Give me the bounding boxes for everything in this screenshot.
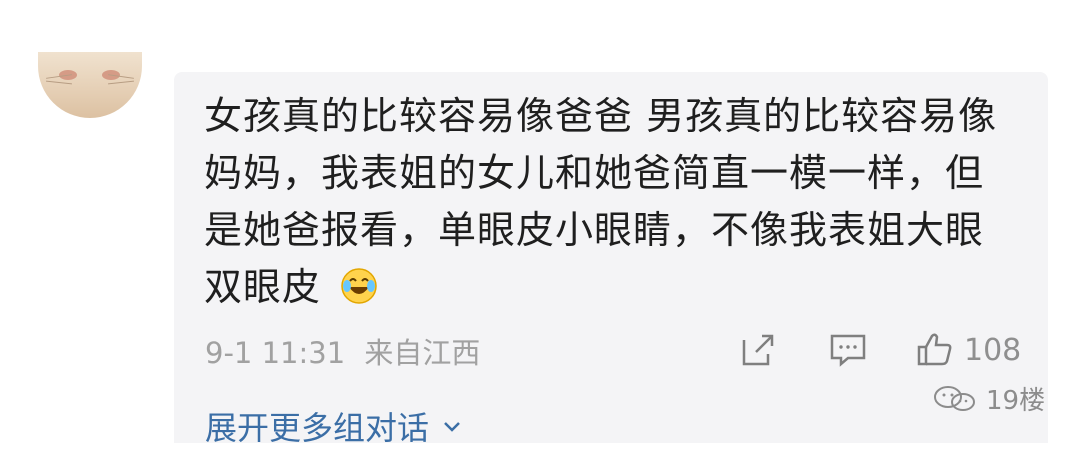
like-button[interactable]: 108 [914, 330, 1021, 370]
chevron-down-icon [444, 422, 460, 432]
comment-line: 妈妈，我表姐的女儿和她爸简直一模一样，但 [204, 151, 985, 195]
expand-conversation-link[interactable]: 展开更多组对话 [205, 403, 463, 449]
whisker [46, 80, 72, 85]
wechat-icon [934, 385, 975, 411]
comment-time: 9-1 11:31 [205, 336, 346, 370]
laughing-tears-emoji-icon [341, 268, 377, 304]
like-count: 108 [964, 332, 1022, 368]
comment-meta: 9-1 11:31 来自江西 [205, 330, 480, 372]
comment-body: 女孩真的比较容易像爸爸 男孩真的比较容易像 妈妈，我表姐的女儿和她爸简直一模一样… [204, 88, 1004, 316]
share-button[interactable] [738, 330, 778, 370]
expand-label: 展开更多组对话 [205, 409, 430, 447]
comment-line: 是她爸报看，单眼皮小眼睛，不像我表姐大眼 [204, 208, 985, 252]
comment-line-last: 双眼皮 [204, 259, 1004, 316]
share-icon [742, 334, 774, 366]
watermark: 19楼 [932, 380, 1045, 417]
watermark-text: 19楼 [986, 386, 1046, 416]
comment-location: 来自江西 [364, 336, 481, 370]
comment-button[interactable] [828, 330, 868, 370]
like-icon [917, 333, 952, 366]
comment-icon [830, 334, 866, 367]
avatar[interactable] [38, 52, 142, 118]
comment-line: 双眼皮 [204, 265, 322, 309]
whisker [108, 80, 134, 85]
comment-line: 女孩真的比较容易像爸爸 男孩真的比较容易像 [204, 94, 998, 138]
